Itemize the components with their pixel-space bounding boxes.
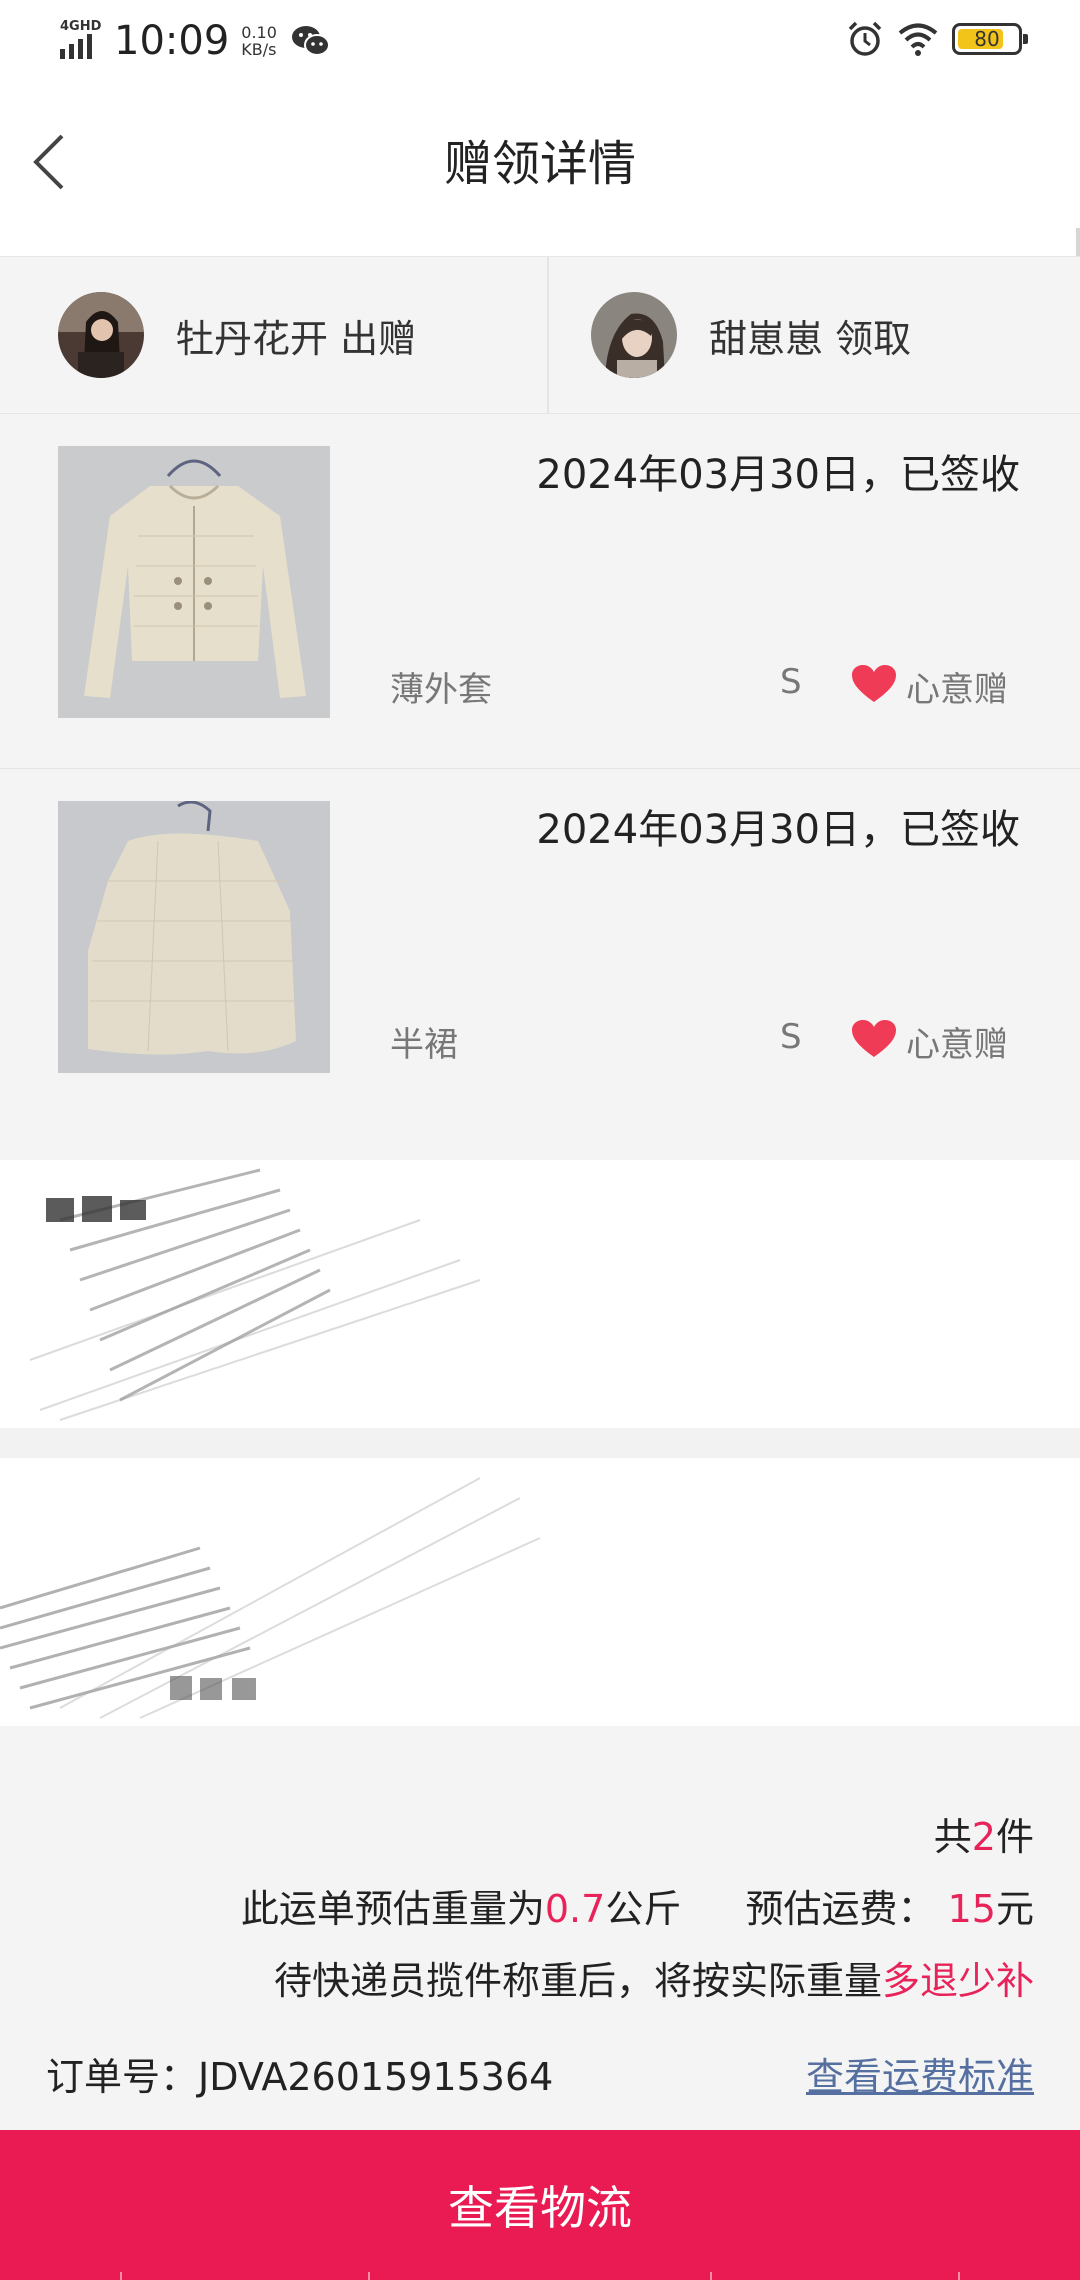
heart-icon: [852, 665, 896, 702]
status-left: 4GHD 10:09 0.10 KB/s: [58, 18, 331, 64]
item-size: S: [780, 1017, 802, 1057]
list-item[interactable]: 2024年03月30日，已签收 薄外套 S 心意赠: [0, 414, 1080, 769]
heart-icon: [852, 1020, 896, 1057]
giver-label: 牡丹花开 出赠: [176, 316, 417, 361]
clock: 10:09: [114, 18, 230, 64]
receiver-address-redacted: [0, 1458, 1080, 1726]
fee-standard-link[interactable]: 查看运费标准: [806, 2046, 1034, 2101]
receiver-label: 甜崽崽 领取: [709, 316, 912, 361]
status-bar: 4GHD 10:09 0.10 KB/s 80: [0, 0, 1080, 84]
wifi-icon: [898, 23, 938, 56]
speed-unit: KB/s: [241, 40, 277, 59]
network-type: 4GHD: [60, 19, 102, 34]
avatar[interactable]: [58, 292, 144, 378]
signal-icon: 4GHD: [58, 19, 106, 63]
count-value: 2: [971, 1815, 996, 1859]
item-image-jacket[interactable]: [58, 446, 330, 718]
receiver[interactable]: 甜崽崽 领取: [547, 257, 1080, 413]
redaction-scribble: [0, 1477, 541, 1719]
fee-value: 15: [947, 1887, 996, 1931]
item-name: 薄外套: [390, 670, 492, 710]
item-date-status: 2024年03月30日，已签收: [536, 807, 1020, 853]
fee-label: 预估运费：: [745, 1887, 936, 1931]
item-name: 半裙: [390, 1025, 458, 1065]
item-count: 共2件: [934, 1806, 1034, 1861]
count-suffix: 件: [995, 1815, 1034, 1859]
nav-header: 赠领详情: [0, 84, 1080, 252]
section-divider: [0, 1428, 1080, 1458]
redaction-scribble: [29, 1168, 481, 1421]
avatar[interactable]: [591, 292, 677, 378]
battery-level: 80: [974, 27, 1000, 51]
view-logistics-label: 查看物流: [448, 2182, 632, 2234]
order-number: 订单号：JDVA26015915364: [46, 2046, 553, 2101]
nav-hint-dividers: [0, 2272, 1080, 2280]
sender-address-redacted: [0, 1160, 1080, 1428]
parties-row: 牡丹花开 出赠 甜崽崽 领取: [0, 256, 1080, 414]
shipping-summary: 共2件 此运单预估重量为0.7公斤 预估运费： 15元 待快递员揽件称重后，将按…: [0, 1726, 1080, 2130]
page-title: 赠领详情: [443, 136, 636, 192]
note-prefix: 待快递员揽件称重后，将按实际重量: [273, 1959, 882, 2003]
item-gift-tag: 心意赠: [906, 1025, 1008, 1065]
wechat-icon: [291, 23, 331, 59]
settlement-note: 待快递员揽件称重后，将按实际重量多退少补: [274, 1950, 1034, 2005]
count-prefix: 共: [933, 1815, 972, 1859]
item-date-status: 2024年03月30日，已签收: [536, 452, 1020, 498]
view-logistics-button[interactable]: 查看物流: [0, 2130, 1080, 2280]
weight-prefix: 此运单预估重量为: [240, 1887, 545, 1931]
battery-icon: 80: [952, 23, 1028, 55]
giver[interactable]: 牡丹花开 出赠: [0, 257, 547, 413]
speed-value: 0.10: [241, 23, 277, 42]
weight-value: 0.7: [544, 1887, 606, 1931]
order-label: 订单号：: [46, 2055, 199, 2099]
order-value: JDVA26015915364: [198, 2055, 554, 2099]
item-size: S: [780, 662, 802, 702]
item-image-skirt[interactable]: [58, 801, 330, 1073]
network-speed: 0.10 KB/s: [241, 24, 277, 58]
weight-unit: 公斤: [605, 1887, 682, 1931]
weight-fee-line: 此运单预估重量为0.7公斤 预估运费： 15元: [241, 1878, 1034, 1933]
list-item[interactable]: 2024年03月30日，已签收 半裙 S 心意赠: [0, 769, 1080, 1124]
fee-unit: 元: [995, 1887, 1034, 1931]
status-right: 80: [846, 20, 1028, 58]
alarm-icon: [848, 21, 882, 56]
item-list: 2024年03月30日，已签收 薄外套 S 心意赠 2024年03月30日，已签…: [0, 414, 1080, 1160]
note-highlight: 多退少补: [881, 1959, 1034, 2003]
item-gift-tag: 心意赠: [906, 670, 1008, 710]
